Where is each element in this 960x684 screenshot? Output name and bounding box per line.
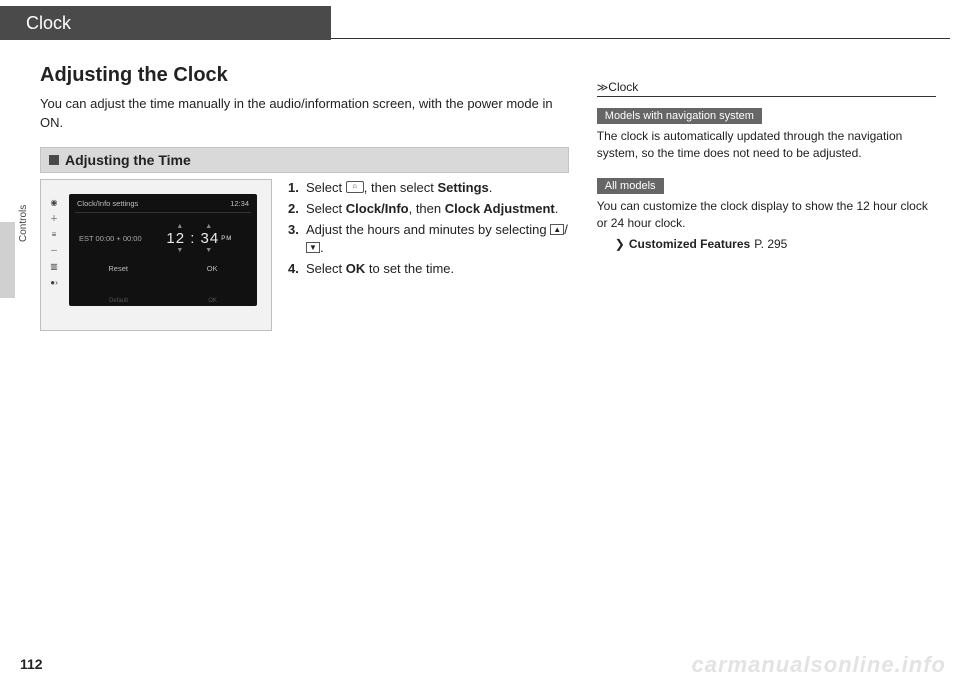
screen-divider xyxy=(75,212,251,213)
side-icon: ≡ xyxy=(52,230,57,240)
step-1: 1. Select ⌂, then select Settings. xyxy=(288,179,569,197)
footer-default: Default xyxy=(109,298,128,304)
step-text: Select Clock/Info, then Clock Adjustment… xyxy=(306,200,558,218)
t-bold: Clock/Info xyxy=(346,201,409,216)
step-2: 2. Select Clock/Info, then Clock Adjustm… xyxy=(288,200,569,218)
screen-mid: EST 00:00 + 00:00 ▲ ▲ 12 : 34PM ▼ ▼ xyxy=(69,223,257,254)
side-header: ≫ Clock xyxy=(597,80,936,97)
t: Select xyxy=(306,180,346,195)
up-arrow-icon: ▲ xyxy=(550,224,564,235)
t: Select xyxy=(306,201,346,216)
content-row: ◉ ＋ ≡ － ▥ ●› Clock/Info settings 12:34 E… xyxy=(40,179,569,331)
subheader-text: Adjusting the Time xyxy=(65,152,191,168)
step-number: 2. xyxy=(288,200,302,218)
screenshot-side-icons: ◉ ＋ ≡ － ▥ ●› xyxy=(47,198,61,288)
screen-bottom-buttons: Reset OK xyxy=(69,254,257,273)
device-screenshot: ◉ ＋ ≡ － ▥ ●› Clock/Info settings 12:34 E… xyxy=(40,179,272,331)
section-title: Adjusting the Clock xyxy=(40,64,569,87)
side-tab-label: Controls xyxy=(18,182,29,242)
arrows-down: ▼ ▼ xyxy=(152,247,247,254)
side-icon: ◉ xyxy=(51,198,58,208)
t: . xyxy=(489,180,493,195)
t: Select xyxy=(306,261,346,276)
side-icon: － xyxy=(50,246,58,256)
watermark: carmanualsonline.info xyxy=(692,652,947,678)
t: , then select xyxy=(364,180,438,195)
chevron-icon: ❯ xyxy=(615,237,625,251)
subheader-bar: Adjusting the Time xyxy=(40,147,569,173)
badge-all-models: All models xyxy=(597,178,664,194)
screen-topbar: Clock/Info settings 12:34 xyxy=(69,194,257,210)
side-icon: ●› xyxy=(50,278,58,288)
page-body: Adjusting the Clock You can adjust the t… xyxy=(0,40,960,331)
header-title: Clock xyxy=(0,6,331,40)
badge-nav-models: Models with navigation system xyxy=(597,108,762,124)
arrows-up: ▲ ▲ xyxy=(152,223,247,230)
step-number: 3. xyxy=(288,221,302,257)
footer-ok: OK xyxy=(208,298,217,304)
step-text: Select ⌂, then select Settings. xyxy=(306,179,492,197)
side-icon: ▥ xyxy=(50,262,58,272)
btn-ok: OK xyxy=(207,264,218,273)
cross-ref-label: Customized Features xyxy=(629,237,750,251)
page-header: Clock xyxy=(0,6,950,40)
home-icon: ⌂ xyxy=(346,181,364,193)
time-value: 12 : 34 xyxy=(166,230,219,247)
step-number: 4. xyxy=(288,260,302,278)
steps-list: 1. Select ⌂, then select Settings. 2. Se… xyxy=(288,179,569,331)
t: . xyxy=(555,201,559,216)
t: to set the time. xyxy=(365,261,454,276)
time-pm: PM xyxy=(221,236,232,242)
cross-ref: ❯ Customized Features P. 295 xyxy=(615,237,936,251)
step-text: Select OK to set the time. xyxy=(306,260,454,278)
side-text-1: The clock is automatically updated throu… xyxy=(597,128,936,163)
header-rule xyxy=(331,6,950,39)
step-number: 1. xyxy=(288,179,302,197)
t-bold: OK xyxy=(346,261,366,276)
side-text-2: You can customize the clock display to s… xyxy=(597,198,936,233)
t: Adjust the hours and minutes by selectin… xyxy=(306,222,550,237)
t-bold: Clock Adjustment xyxy=(445,201,555,216)
t: / xyxy=(564,222,568,237)
side-tab xyxy=(0,222,15,298)
cross-ref-page: P. 295 xyxy=(754,237,787,251)
screen-inner: Clock/Info settings 12:34 EST 00:00 + 00… xyxy=(69,194,257,306)
step-4: 4. Select OK to set the time. xyxy=(288,260,569,278)
chevron-icon: ≫ xyxy=(597,81,606,94)
page-number: 112 xyxy=(20,656,43,672)
screen-bigtime: 12 : 34PM xyxy=(152,230,247,247)
intro-text: You can adjust the time manually in the … xyxy=(40,95,569,133)
t: , then xyxy=(409,201,445,216)
screen-title: Clock/Info settings xyxy=(77,199,138,208)
t-bold: Settings xyxy=(437,180,488,195)
main-column: Adjusting the Clock You can adjust the t… xyxy=(40,52,569,331)
step-3: 3. Adjust the hours and minutes by selec… xyxy=(288,221,569,257)
t: . xyxy=(320,240,324,255)
screen-footer: Default OK xyxy=(69,298,257,304)
down-arrow-icon: ▼ xyxy=(306,242,320,253)
side-icon: ＋ xyxy=(50,214,58,224)
screen-est: EST 00:00 + 00:00 xyxy=(79,234,142,243)
side-header-text: Clock xyxy=(608,80,638,94)
square-bullet-icon xyxy=(49,155,59,165)
screen-clock: 12:34 xyxy=(230,199,249,208)
side-column: ≫ Clock Models with navigation system Th… xyxy=(597,52,936,331)
step-text: Adjust the hours and minutes by selectin… xyxy=(306,221,569,257)
screen-time-picker: ▲ ▲ 12 : 34PM ▼ ▼ xyxy=(152,223,247,254)
btn-reset: Reset xyxy=(108,264,128,273)
